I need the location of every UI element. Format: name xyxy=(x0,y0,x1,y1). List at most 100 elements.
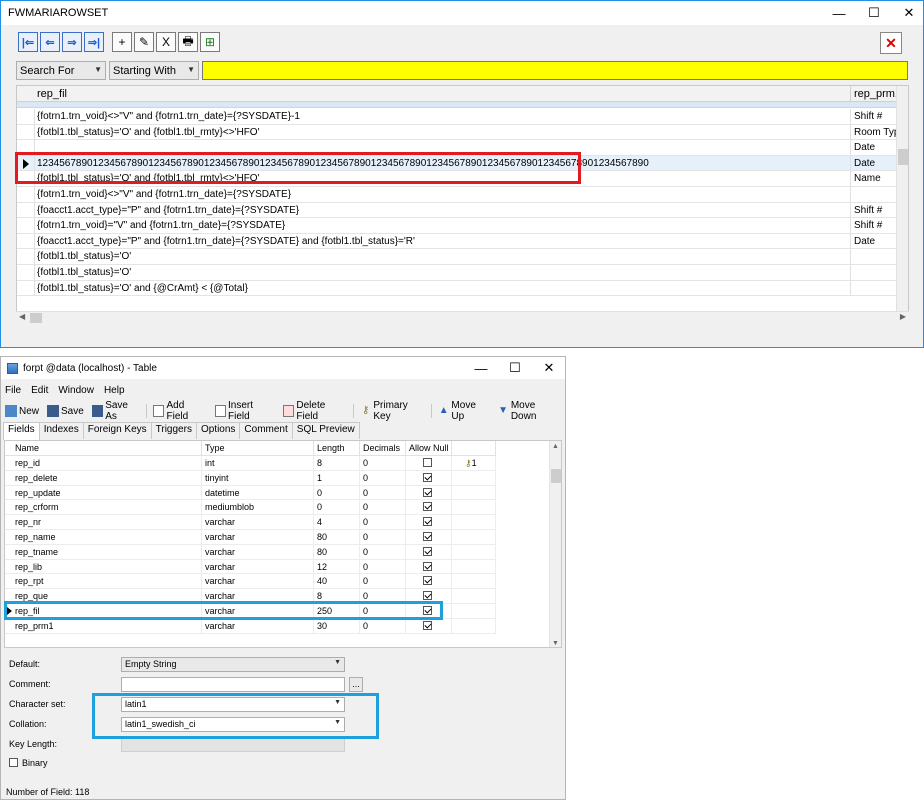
row-indicator[interactable] xyxy=(17,187,35,202)
cell-type[interactable]: tinyint xyxy=(202,470,314,486)
grid-row[interactable]: {fotbl1.tbl_status}='O' xyxy=(17,249,897,265)
cell-name[interactable]: rep_tname xyxy=(5,544,202,560)
scroll-left-icon[interactable]: ◀ xyxy=(19,312,25,321)
close-form-button[interactable]: ✕ xyxy=(880,32,902,54)
comment-field[interactable] xyxy=(121,677,345,692)
cell-rep-prm1[interactable] xyxy=(850,249,897,264)
allow-null-checkbox[interactable] xyxy=(423,591,432,601)
cell-rep-fil[interactable]: {fotbl1.tbl_status}='O' and {fotbl1.tbl_… xyxy=(37,127,847,138)
cell-type[interactable]: int xyxy=(202,456,314,471)
cell-rep-fil[interactable]: {fotrn1.trn_void}<>"V" and {fotrn1.trn_d… xyxy=(37,189,847,200)
column-header-allow-null[interactable]: Allow Null xyxy=(406,441,452,456)
menu-file[interactable]: File xyxy=(5,385,21,396)
scroll-thumb[interactable] xyxy=(551,469,561,483)
cell-rep-fil[interactable]: {fotrn1.trn_void}="V" and {fotrn1.trn_da… xyxy=(37,220,847,231)
cell-length[interactable]: 80 xyxy=(314,544,360,560)
comment-ellipsis-button[interactable]: ... xyxy=(349,677,363,692)
minimize-button[interactable]: — xyxy=(463,357,499,379)
cell-name[interactable]: rep_lib xyxy=(5,559,202,575)
tab-foreign-keys[interactable]: Foreign Keys xyxy=(82,422,152,439)
field-row[interactable]: rep_prm1 varchar 30 0 xyxy=(5,618,549,634)
cell-length[interactable]: 30 xyxy=(314,618,360,634)
minimize-button[interactable]: — xyxy=(821,1,857,25)
scroll-up-icon[interactable]: ▲ xyxy=(552,443,559,450)
maximize-button[interactable]: ☐ xyxy=(497,357,533,379)
cell-name[interactable]: rep_update xyxy=(5,485,202,501)
field-row[interactable]: rep_crform mediumblob 0 0 xyxy=(5,500,549,516)
cell-decimals[interactable]: 0 xyxy=(360,618,406,634)
column-header-decimals[interactable]: Decimals xyxy=(360,441,406,456)
cell-length[interactable]: 0 xyxy=(314,500,360,516)
allow-null-checkbox[interactable] xyxy=(423,532,432,541)
close-window-button[interactable]: ✕ xyxy=(531,357,567,379)
menu-help[interactable]: Help xyxy=(104,385,125,396)
next-record-button[interactable]: ⇒ xyxy=(62,32,82,52)
menu-edit[interactable]: Edit xyxy=(31,385,48,396)
cell-decimals[interactable]: 0 xyxy=(360,456,406,471)
cell-rep-prm1[interactable]: Shift # xyxy=(850,202,897,218)
cell-name[interactable]: rep_id xyxy=(5,456,202,471)
save-button[interactable]: Save xyxy=(47,405,84,417)
grid-row[interactable]: {fotrn1.trn_void}="V" and {fotrn1.trn_da… xyxy=(17,218,897,234)
cell-rep-prm1[interactable]: Date xyxy=(850,155,897,171)
cell-decimals[interactable]: 0 xyxy=(360,559,406,575)
scroll-thumb[interactable] xyxy=(30,313,42,323)
cell-rep-prm1[interactable]: Date xyxy=(850,233,897,249)
grid-row[interactable]: {fotrn1.trn_void}<>"V" and {fotrn1.trn_d… xyxy=(17,109,897,125)
allow-null-checkbox[interactable] xyxy=(423,561,432,571)
allow-null-checkbox[interactable] xyxy=(423,576,432,586)
previous-record-button[interactable]: ⇐ xyxy=(40,32,60,52)
grid-row[interactable]: {foacct1.acct_type}="P" and {fotrn1.trn_… xyxy=(17,233,897,250)
cell-rep-prm1[interactable] xyxy=(850,265,897,280)
cell-type[interactable]: varchar xyxy=(202,530,314,545)
move-down-button[interactable]: ▼ Move Down xyxy=(497,400,561,422)
cell-type[interactable]: varchar xyxy=(202,544,314,560)
field-row[interactable]: rep_delete tinyint 1 0 xyxy=(5,470,549,486)
insert-field-button[interactable]: Insert Field xyxy=(214,400,275,422)
cell-rep-fil[interactable]: {fotbl1.tbl_status}='O' xyxy=(37,251,847,262)
cell-length[interactable]: 80 xyxy=(314,530,360,545)
cell-type[interactable]: varchar xyxy=(202,559,314,575)
cell-type[interactable]: varchar xyxy=(202,515,314,530)
cell-type[interactable]: varchar xyxy=(202,574,314,590)
delete-field-button[interactable]: Delete Field xyxy=(282,400,347,422)
field-row[interactable]: rep_tname varchar 80 0 xyxy=(5,544,549,560)
cell-decimals[interactable]: 0 xyxy=(360,574,406,590)
scroll-down-icon[interactable]: ▼ xyxy=(552,640,559,647)
row-indicator[interactable] xyxy=(17,218,35,233)
cell-rep-prm1[interactable] xyxy=(850,280,897,296)
grid-row[interactable]: {foacct1.acct_type}="P" and {fotrn1.trn_… xyxy=(17,202,897,219)
cell-name[interactable]: rep_rpt xyxy=(5,574,202,590)
field-row[interactable]: rep_name varchar 80 0 xyxy=(5,530,549,545)
row-indicator[interactable] xyxy=(17,202,35,218)
cell-type[interactable]: varchar xyxy=(202,618,314,634)
allow-null-checkbox[interactable] xyxy=(423,472,432,482)
vertical-scrollbar[interactable] xyxy=(896,86,908,322)
column-header-name[interactable]: Name xyxy=(5,441,202,456)
tab-options[interactable]: Options xyxy=(195,422,241,439)
cell-rep-prm1[interactable] xyxy=(850,187,897,202)
allow-null-checkbox[interactable] xyxy=(423,487,432,497)
cell-type[interactable]: mediumblob xyxy=(202,500,314,516)
cell-rep-prm1[interactable]: Room Typ xyxy=(850,124,897,140)
column-header-length[interactable]: Length xyxy=(314,441,360,456)
menu-window[interactable]: Window xyxy=(58,385,94,396)
delete-record-button[interactable]: X xyxy=(156,32,176,52)
cell-type[interactable]: datetime xyxy=(202,485,314,501)
primary-key-button[interactable]: ⚷ Primary Key xyxy=(360,400,425,422)
column-header-rep-fil[interactable]: rep_fil xyxy=(37,88,67,100)
allow-null-checkbox[interactable] xyxy=(423,546,432,556)
field-row[interactable]: rep_nr varchar 4 0 xyxy=(5,515,549,530)
cell-name[interactable]: rep_prm1 xyxy=(5,618,202,634)
add-field-button[interactable]: Add Field xyxy=(153,400,207,422)
cell-length[interactable]: 8 xyxy=(314,456,360,471)
allow-null-checkbox[interactable] xyxy=(423,620,432,630)
row-indicator[interactable] xyxy=(17,233,35,249)
tab-indexes[interactable]: Indexes xyxy=(38,422,84,439)
search-input[interactable] xyxy=(202,61,908,80)
move-up-button[interactable]: ▲ Move Up xyxy=(438,400,489,422)
cell-rep-fil[interactable]: {fotbl1.tbl_status}='O' xyxy=(37,267,847,278)
edit-record-button[interactable]: ✎ xyxy=(134,32,154,52)
tab-fields[interactable]: Fields xyxy=(3,422,40,440)
row-indicator[interactable] xyxy=(17,124,35,140)
